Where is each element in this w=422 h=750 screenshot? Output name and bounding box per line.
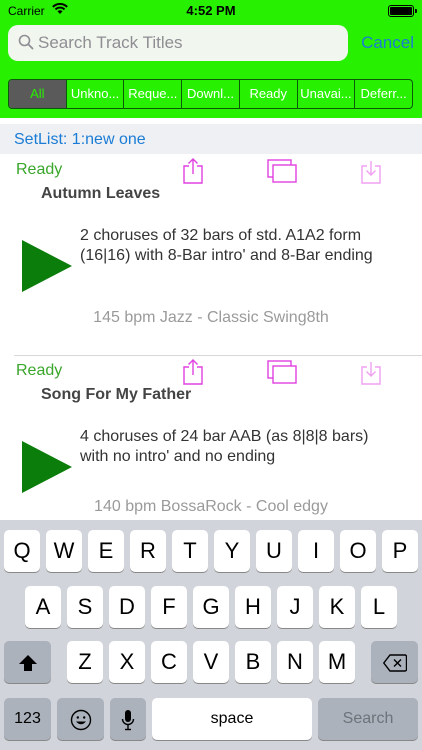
copy-icon[interactable] [267, 358, 299, 391]
filter-deferred[interactable]: Deferr... [354, 80, 412, 108]
key-n[interactable]: N [277, 641, 313, 683]
play-icon[interactable] [22, 240, 72, 297]
track-row[interactable]: Ready Autumn Leaves 2 choruses of 32 bar… [0, 154, 422, 354]
emoji-key[interactable] [57, 698, 104, 740]
download-icon[interactable] [359, 157, 383, 190]
delete-key[interactable] [371, 641, 418, 683]
search-key[interactable]: Search [318, 698, 418, 740]
play-icon[interactable] [22, 441, 72, 498]
key-l[interactable]: L [361, 586, 397, 628]
filter-unavailable[interactable]: Unavai... [296, 80, 355, 108]
microphone-icon [121, 706, 135, 731]
filter-all[interactable]: All [9, 80, 66, 108]
status-filter-segmented-control: All Unkno... Reque... Downl... Ready Una… [8, 79, 413, 109]
track-meta: 145 bpm Jazz - Classic Swing8th [93, 309, 329, 326]
key-u[interactable]: U [256, 530, 292, 572]
key-i[interactable]: I [298, 530, 334, 572]
filter-ready[interactable]: Ready [238, 80, 297, 108]
space-key[interactable]: space [152, 698, 312, 740]
key-c[interactable]: C [151, 641, 187, 683]
track-row[interactable]: Ready Song For My Father 4 choruses of 2… [0, 355, 422, 525]
key-t[interactable]: T [172, 530, 208, 572]
key-h[interactable]: H [235, 586, 271, 628]
key-s[interactable]: S [67, 586, 103, 628]
shift-key[interactable] [4, 641, 51, 683]
header-bar: Carrier 4:52 PM Cancel All Unkno... Requ… [0, 0, 422, 118]
key-b[interactable]: B [235, 641, 271, 683]
key-w[interactable]: W [46, 530, 82, 572]
copy-icon[interactable] [267, 157, 299, 190]
share-icon[interactable] [181, 157, 205, 190]
track-status: Ready [16, 161, 63, 178]
key-r[interactable]: R [130, 530, 166, 572]
key-q[interactable]: Q [4, 530, 40, 572]
track-status: Ready [16, 362, 63, 379]
key-j[interactable]: J [277, 586, 313, 628]
cancel-button[interactable]: Cancel [361, 33, 414, 53]
key-z[interactable]: Z [67, 641, 103, 683]
dictation-key[interactable] [110, 698, 146, 740]
track-meta: 140 bpm BossaRock - Cool edgy [94, 498, 328, 515]
filter-unknown[interactable]: Unkno... [65, 80, 124, 108]
key-m[interactable]: M [319, 641, 355, 683]
key-e[interactable]: E [88, 530, 124, 572]
key-k[interactable]: K [319, 586, 355, 628]
key-p[interactable]: P [382, 530, 418, 572]
download-icon[interactable] [359, 358, 383, 391]
emoji-icon [70, 706, 92, 731]
delete-icon [382, 649, 407, 674]
track-title: Song For My Father [41, 386, 192, 403]
row-divider [14, 355, 422, 356]
track-description: 2 choruses of 32 bars of std. A1A2 form … [80, 227, 373, 264]
setlist-label[interactable]: SetList: 1:new one [14, 131, 146, 149]
filter-downloaded[interactable]: Downl... [181, 80, 239, 108]
search-bar[interactable] [8, 25, 348, 61]
key-o[interactable]: O [340, 530, 376, 572]
keyboard: Q W E R T Y U I O P A S D F G H J K L Z … [0, 520, 422, 750]
clock: 4:52 PM [186, 3, 236, 18]
shift-icon [18, 649, 38, 674]
track-description: 4 choruses of 24 bar AAB (as 8|8|8 bars)… [80, 428, 369, 465]
filter-requested[interactable]: Reque... [123, 80, 181, 108]
key-x[interactable]: X [109, 641, 145, 683]
search-icon [18, 34, 34, 55]
key-f[interactable]: F [151, 586, 187, 628]
key-d[interactable]: D [109, 586, 145, 628]
track-title: Autumn Leaves [41, 185, 161, 202]
search-input[interactable] [38, 25, 338, 61]
key-v[interactable]: V [193, 641, 229, 683]
status-bar: Carrier 4:52 PM [0, 0, 422, 22]
key-a[interactable]: A [25, 586, 61, 628]
key-g[interactable]: G [193, 586, 229, 628]
key-y[interactable]: Y [214, 530, 250, 572]
numbers-key[interactable]: 123 [4, 698, 51, 740]
setlist-header: SetList: 1:new one [0, 124, 422, 154]
battery-icon [388, 5, 417, 17]
